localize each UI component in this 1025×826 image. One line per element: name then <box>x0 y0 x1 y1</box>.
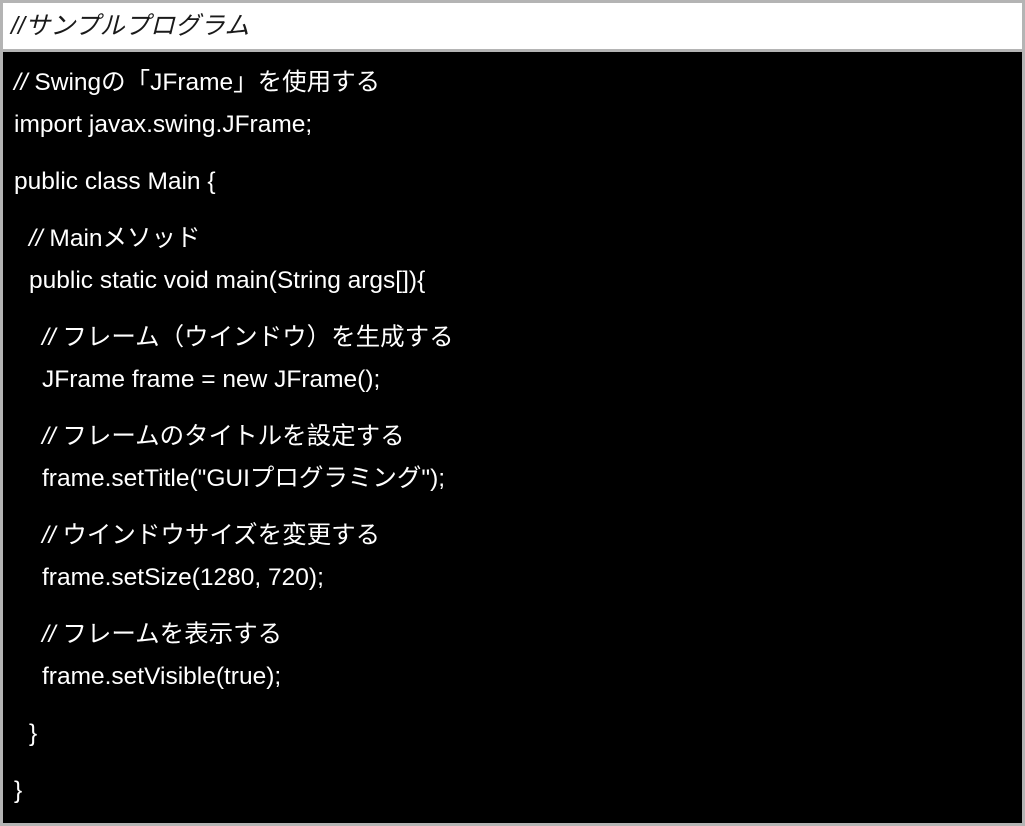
code-line-text: frame.setTitle("GUIプログラミング"); <box>42 465 446 492</box>
code-line-text: public static void main(String args[]){ <box>29 267 426 294</box>
page-title: //サンプルプログラム <box>11 11 250 40</box>
code-line-text: } <box>29 720 38 747</box>
code-comment-line: // フレームのタイトルを設定する <box>3 416 1022 458</box>
code-line: frame.setVisible(true); <box>3 656 1022 698</box>
code-line-text: ウインドウサイズを変更する <box>62 522 381 549</box>
code-line: public static void main(String args[]){ <box>3 260 1022 302</box>
code-line-text: Swingの「JFrame」を使用する <box>34 69 381 96</box>
code-comment-line: // フレーム（ウインドウ）を生成する <box>3 317 1022 359</box>
code-line-text: フレーム（ウインドウ）を生成する <box>62 324 454 351</box>
code-line-text: import javax.swing.JFrame; <box>14 111 313 138</box>
code-line: import javax.swing.JFrame; <box>3 104 1022 146</box>
code-line: frame.setSize(1280, 720); <box>3 557 1022 599</box>
code-line-text: frame.setVisible(true); <box>42 663 282 690</box>
code-line: public class Main { <box>3 161 1022 203</box>
code-comment-line: // フレームを表示する <box>3 614 1022 656</box>
comment-marker: // <box>42 324 63 351</box>
slide-header: //サンプルプログラム <box>3 3 1022 52</box>
comment-marker: // <box>14 69 35 96</box>
code-line: } <box>3 770 1022 812</box>
code-line-text: Mainメソッド <box>49 225 201 252</box>
code-line: } <box>3 713 1022 755</box>
code-line: JFrame frame = new JFrame(); <box>3 359 1022 401</box>
code-comment-line: // Swingの「JFrame」を使用する <box>3 62 1022 104</box>
comment-marker: // <box>42 423 63 450</box>
code-line-text: フレームのタイトルを設定する <box>62 423 405 450</box>
code-comment-line: // Mainメソッド <box>3 218 1022 260</box>
code-line-text: JFrame frame = new JFrame(); <box>42 366 381 393</box>
code-line-text: } <box>14 777 23 804</box>
code-line-text: frame.setSize(1280, 720); <box>42 564 324 591</box>
code-block: // Swingの「JFrame」を使用する import javax.swing… <box>3 52 1022 823</box>
code-comment-line: // ウインドウサイズを変更する <box>3 515 1022 557</box>
code-slide: //サンプルプログラム // Swingの「JFrame」を使用する import… <box>0 0 1025 826</box>
code-line-text: フレームを表示する <box>62 621 283 648</box>
code-line-text: public class Main { <box>14 168 216 195</box>
code-line: frame.setTitle("GUIプログラミング"); <box>3 458 1022 500</box>
comment-marker: // <box>29 225 50 252</box>
comment-marker: // <box>42 522 63 549</box>
comment-marker: // <box>42 621 63 648</box>
